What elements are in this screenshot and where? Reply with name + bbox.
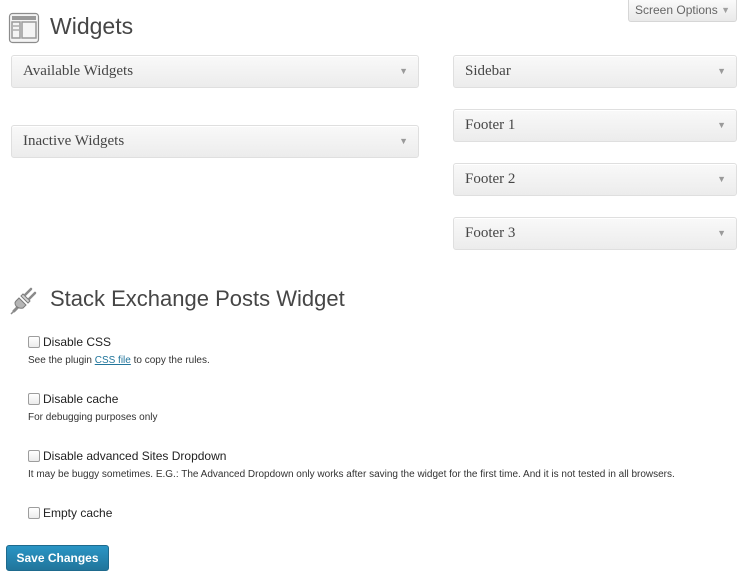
description-text: See the plugin bbox=[28, 355, 95, 366]
plugin-settings-title: Stack Exchange Posts Widget bbox=[50, 286, 345, 311]
footer-3-title: Footer 3 bbox=[465, 225, 516, 241]
page-title: Widgets bbox=[50, 13, 134, 39]
disable-css-description: See the plugin CSS file to copy the rule… bbox=[28, 355, 210, 366]
chevron-down-icon[interactable]: ▼ bbox=[717, 56, 726, 87]
disable-css-checkbox[interactable] bbox=[28, 336, 40, 348]
screen-options-button[interactable]: Screen Options ▼ bbox=[628, 0, 737, 22]
empty-cache-label[interactable]: Empty cache bbox=[43, 506, 112, 520]
available-widgets-title: Available Widgets bbox=[23, 63, 134, 79]
chevron-down-icon[interactable]: ▼ bbox=[399, 56, 408, 87]
option-disable-cache: Disable cache For debugging purposes onl… bbox=[28, 391, 158, 423]
footer-2-box[interactable]: Footer 2 ▼ bbox=[453, 163, 737, 196]
chevron-down-icon[interactable]: ▼ bbox=[717, 218, 726, 249]
widgets-page-icon bbox=[8, 12, 40, 44]
chevron-down-icon[interactable]: ▼ bbox=[717, 164, 726, 195]
footer-1-title: Footer 1 bbox=[465, 117, 516, 133]
inactive-widgets-title: Inactive Widgets bbox=[23, 133, 125, 149]
screen-options-label: Screen Options bbox=[635, 3, 718, 17]
empty-cache-checkbox[interactable] bbox=[28, 507, 40, 519]
disable-cache-checkbox[interactable] bbox=[28, 393, 40, 405]
chevron-down-icon[interactable]: ▼ bbox=[399, 126, 408, 157]
footer-2-title: Footer 2 bbox=[465, 171, 516, 187]
disable-cache-description: For debugging purposes only bbox=[28, 412, 158, 423]
option-disable-advanced-dropdown: Disable advanced Sites Dropdown It may b… bbox=[28, 448, 675, 480]
disable-css-label[interactable]: Disable CSS bbox=[43, 335, 111, 349]
chevron-down-icon[interactable]: ▼ bbox=[717, 110, 726, 141]
disable-advanced-dropdown-checkbox[interactable] bbox=[28, 450, 40, 462]
css-file-link[interactable]: CSS file bbox=[95, 355, 131, 366]
sidebar-title: Sidebar bbox=[465, 63, 511, 79]
sidebar-box[interactable]: Sidebar ▼ bbox=[453, 55, 737, 88]
description-text: to copy the rules. bbox=[130, 355, 210, 366]
disable-cache-label[interactable]: Disable cache bbox=[43, 392, 118, 406]
inactive-widgets-box[interactable]: Inactive Widgets ▼ bbox=[11, 125, 419, 158]
disable-advanced-dropdown-description: It may be buggy sometimes. E.G.: The Adv… bbox=[28, 469, 675, 480]
plug-icon bbox=[10, 287, 37, 315]
available-widgets-box[interactable]: Available Widgets ▼ bbox=[11, 55, 419, 88]
option-disable-css: Disable CSS See the plugin CSS file to c… bbox=[28, 334, 210, 366]
save-changes-button[interactable]: Save Changes bbox=[6, 545, 109, 571]
footer-3-box[interactable]: Footer 3 ▼ bbox=[453, 217, 737, 250]
footer-1-box[interactable]: Footer 1 ▼ bbox=[453, 109, 737, 142]
triangle-down-icon: ▼ bbox=[721, 5, 730, 15]
option-empty-cache: Empty cache bbox=[28, 505, 112, 521]
disable-advanced-dropdown-label[interactable]: Disable advanced Sites Dropdown bbox=[43, 449, 226, 463]
